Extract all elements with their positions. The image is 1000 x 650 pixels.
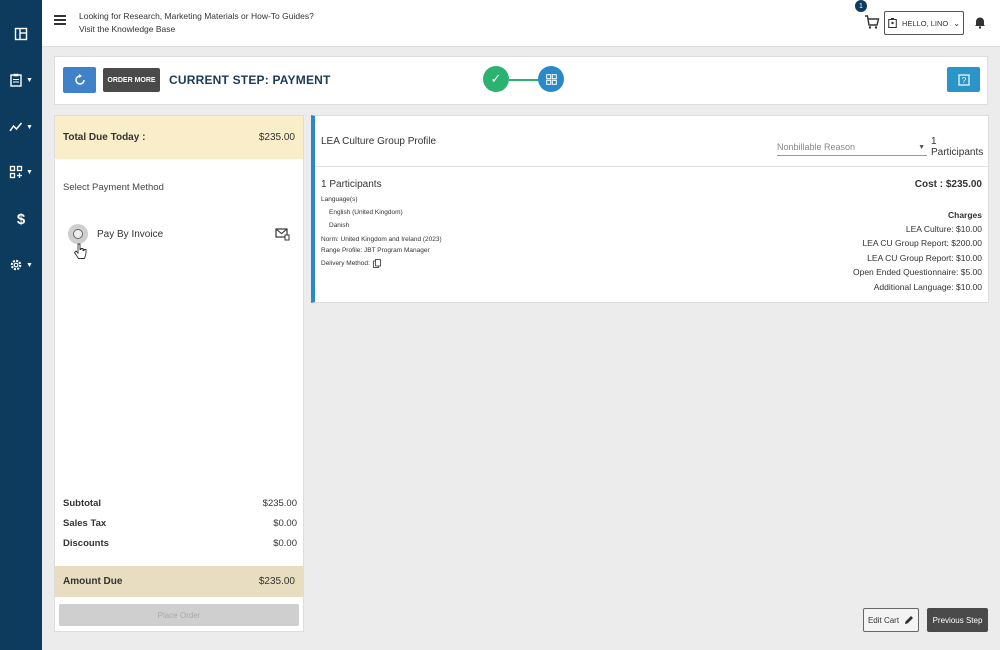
range-profile-text: Range Profile: JBT Program Manager [321, 247, 430, 254]
hand-cursor-icon [73, 243, 87, 259]
amount-due-value: $235.00 [258, 576, 295, 587]
charge-item: LEA CU Group Report: $200.00 [862, 238, 982, 248]
charge-item: Additional Language: $10.00 [873, 282, 982, 292]
charge-item: Open Ended Questionnaire: $5.00 [852, 267, 982, 277]
chevron-down-icon: ▼ [26, 261, 33, 269]
refresh-icon [74, 74, 85, 85]
sidebar-item-dashboard[interactable] [0, 19, 42, 49]
previous-step-button[interactable]: Previous Step [927, 608, 988, 632]
user-greeting: HELLO, LINO [902, 18, 949, 28]
badge-icon [888, 18, 897, 28]
step-current-indicator [538, 66, 564, 92]
norm-text: Norm: United Kingdom and Ireland (2023) [321, 236, 442, 243]
knowledge-base-link[interactable]: Looking for Research, Marketing Material… [79, 10, 314, 36]
edit-cart-label: Edit Cart [867, 615, 900, 625]
step-completed-indicator: ✓ [483, 66, 509, 92]
amount-due-row: Amount Due $235.00 [55, 566, 303, 597]
sidebar-item-billing[interactable]: $ [0, 204, 42, 234]
check-icon: ✓ [490, 71, 502, 86]
chevron-down-icon: ▼ [26, 76, 33, 84]
order-more-button[interactable]: ORDER MORE [103, 68, 160, 92]
amount-due-label: Amount Due [63, 576, 123, 587]
subtotal-label: Subtotal [63, 498, 101, 509]
help-button[interactable]: ? [947, 67, 980, 92]
language-item: English (United Kingdom) [329, 209, 403, 216]
gear-icon [10, 259, 22, 271]
subtotal-row: Subtotal $235.00 [63, 498, 297, 509]
svg-text:?: ? [961, 76, 966, 85]
sidebar-item-products[interactable]: ▼ [0, 157, 42, 187]
analytics-icon [9, 122, 23, 132]
kb-line-2: Visit the Knowledge Base [79, 24, 176, 34]
total-cost: Cost : $235.00 [914, 179, 982, 190]
grid-add-icon [9, 165, 23, 179]
delivery-method-row: Delivery Method: [321, 259, 381, 268]
kb-line-1: Looking for Research, Marketing Material… [79, 11, 314, 21]
charge-item: LEA Culture: $10.00 [905, 224, 982, 234]
menu-icon[interactable] [54, 15, 66, 27]
nonbillable-reason-select[interactable]: Nonbillable Reason ▼ [777, 140, 927, 156]
sidebar: ▼ ▼ ▼ $ ▼ [0, 0, 42, 650]
nonbillable-placeholder: Nonbillable Reason [777, 142, 856, 152]
discounts-row: Discounts $0.00 [63, 538, 297, 549]
charge-item: LEA CU Group Report: $10.00 [867, 253, 982, 263]
payment-panel: Total Due Today : $235.00 Select Payment… [54, 115, 304, 632]
current-step-title: CURRENT STEP: PAYMENT [169, 73, 331, 87]
total-due-label: Total Due Today : [63, 132, 146, 143]
divider [315, 166, 989, 167]
chevron-down-icon: ⌄ [953, 18, 960, 28]
charges-label: Charges [947, 210, 982, 220]
help-icon: ? [957, 73, 970, 86]
copy-icon[interactable] [372, 259, 381, 268]
pay-by-invoice-label[interactable]: Pay By Invoice [97, 229, 163, 240]
participants-count-header: 1 Participants [931, 136, 984, 158]
cart-icon[interactable] [864, 14, 880, 30]
profile-title: LEA Culture Group Profile [321, 136, 437, 147]
clipboard-icon [10, 73, 22, 87]
sidebar-item-orders[interactable]: ▼ [0, 65, 42, 95]
step-connector [509, 79, 539, 81]
dollar-icon: $ [16, 210, 26, 228]
bell-icon[interactable] [973, 15, 987, 29]
discounts-value: $0.00 [273, 538, 297, 549]
step-bar: ORDER MORE CURRENT STEP: PAYMENT ✓ ? [54, 56, 988, 105]
total-due-value: $235.00 [258, 132, 295, 143]
edit-cart-button[interactable]: Edit Cart [863, 608, 919, 632]
user-menu-button[interactable]: HELLO, LINO ⌄ [884, 11, 964, 35]
place-order-button[interactable]: Place Order [59, 604, 299, 626]
chevron-down-icon: ▼ [26, 168, 33, 176]
pencil-icon [905, 616, 914, 624]
subtotal-value: $235.00 [262, 498, 297, 509]
total-due-row: Total Due Today : $235.00 [55, 116, 303, 159]
top-bar: Looking for Research, Marketing Material… [42, 0, 1000, 47]
caret-down-icon: ▼ [918, 144, 925, 151]
languages-label: Language(s) [321, 196, 358, 203]
delivery-method-label: Delivery Method: [321, 260, 370, 267]
sidebar-item-analytics[interactable]: ▼ [0, 112, 42, 142]
mail-invoice-icon [275, 228, 290, 241]
grid-icon [545, 73, 557, 85]
refresh-button[interactable] [63, 67, 96, 93]
sidebar-item-settings[interactable]: ▼ [0, 250, 42, 280]
cart-count-badge: 1 [855, 0, 867, 12]
sales-tax-label: Sales Tax [63, 518, 107, 529]
sales-tax-value: $0.00 [273, 518, 297, 529]
pay-by-invoice-radio[interactable] [68, 224, 88, 244]
profile-card: LEA Culture Group Profile Nonbillable Re… [311, 115, 989, 303]
sales-tax-row: Sales Tax $0.00 [63, 518, 297, 529]
participants-count: 1 Participants [321, 179, 382, 190]
discounts-label: Discounts [63, 538, 109, 549]
chevron-down-icon: ▼ [26, 123, 33, 131]
select-payment-method-label: Select Payment Method [63, 182, 164, 193]
language-item: Danish [329, 222, 350, 229]
layout-icon [14, 27, 28, 41]
